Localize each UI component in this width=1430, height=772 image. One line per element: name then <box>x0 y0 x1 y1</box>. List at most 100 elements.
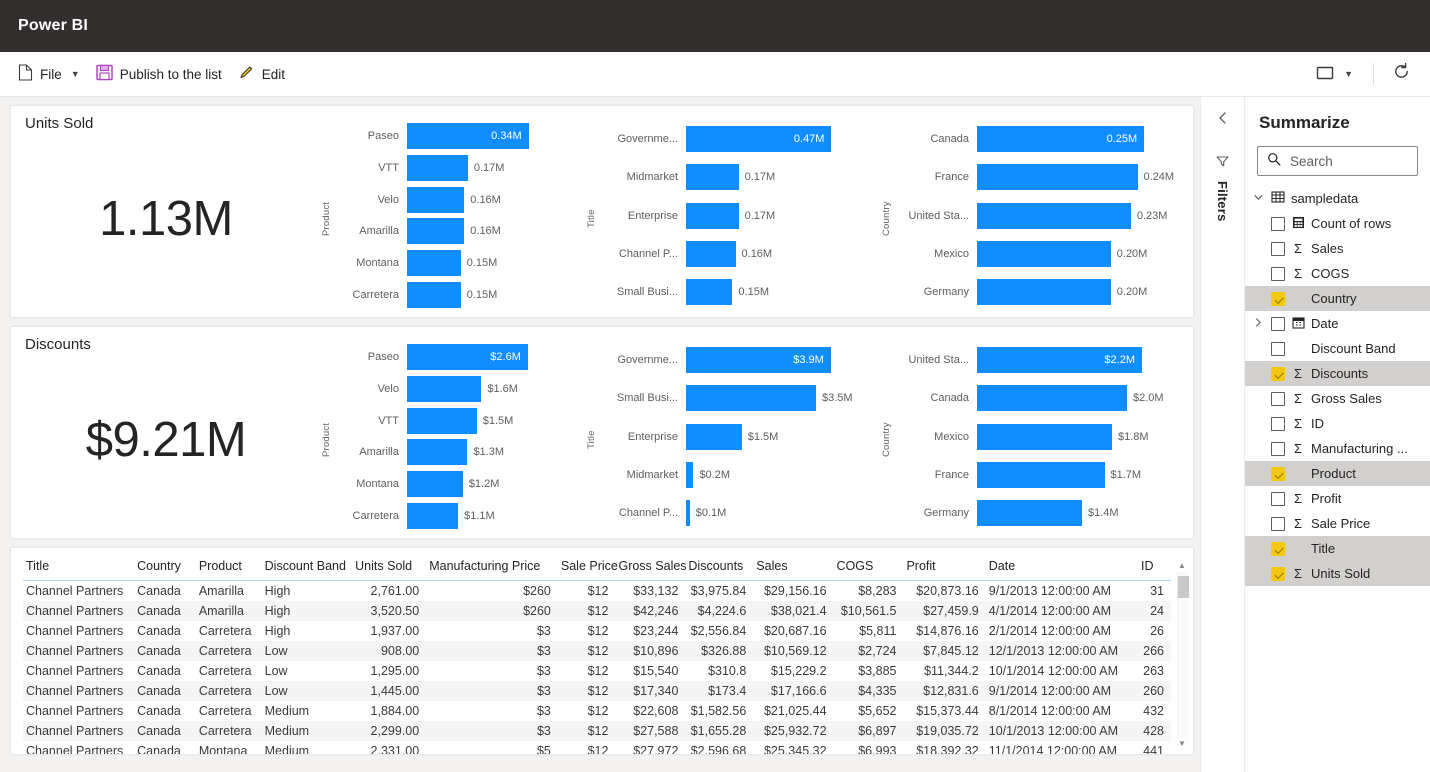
collapse-pane-button[interactable] <box>1216 111 1230 130</box>
units-sold-by-country-chart[interactable]: Country Canada0.25MFrance0.24MUnited Sta… <box>881 106 1181 317</box>
bar[interactable] <box>686 203 739 229</box>
field-item-id[interactable]: ΣID <box>1245 411 1430 436</box>
bar[interactable] <box>686 164 739 190</box>
bar[interactable]: $2.2M <box>977 347 1142 373</box>
bar[interactable] <box>407 376 481 402</box>
field-checkbox[interactable] <box>1271 367 1285 381</box>
table-row[interactable]: Channel PartnersCanadaCarreteraLow908.00… <box>23 641 1171 661</box>
field-item-product[interactable]: Product <box>1245 461 1430 486</box>
edit-button[interactable]: Edit <box>230 58 293 90</box>
discounts-by-country-chart[interactable]: Country United Sta...$2.2MCanada$2.0MMex… <box>881 327 1181 538</box>
bar-row[interactable]: Midmarket0.17M <box>602 158 881 196</box>
bar-row[interactable]: United Sta...0.23M <box>897 196 1181 234</box>
bar-row[interactable]: Channel P...0.16M <box>602 235 881 273</box>
field-checkbox[interactable] <box>1271 267 1285 281</box>
bar-row[interactable]: Canada$2.0M <box>897 379 1181 417</box>
bar[interactable]: $2.6M <box>407 344 528 370</box>
bar-row[interactable]: Mexico$1.8M <box>897 417 1181 455</box>
publish-to-the-list-button[interactable]: Publish to the list <box>88 58 230 90</box>
field-checkbox[interactable] <box>1271 342 1285 356</box>
bar[interactable] <box>407 503 458 529</box>
field-item-count-of-rows[interactable]: Count of rows <box>1245 211 1430 236</box>
bar[interactable] <box>977 164 1138 190</box>
field-checkbox[interactable] <box>1271 242 1285 256</box>
chevron-up-icon[interactable]: ▲ <box>1178 560 1186 572</box>
field-item-sale-price[interactable]: ΣSale Price <box>1245 511 1430 536</box>
view-mode-button[interactable]: ▼ <box>1307 58 1361 90</box>
scrollbar-thumb[interactable] <box>1178 576 1189 598</box>
column-header[interactable]: Discounts <box>685 554 753 581</box>
bar-row[interactable]: United Sta...$2.2M <box>897 341 1181 379</box>
bar[interactable] <box>407 471 463 497</box>
bar-row[interactable]: Amarilla$1.3M <box>337 437 586 469</box>
chevron-right-icon[interactable] <box>1251 317 1265 331</box>
bar[interactable] <box>407 408 477 434</box>
bar-row[interactable]: Small Busi...$3.5M <box>602 379 881 417</box>
data-table-visual[interactable]: TitleCountryProductDiscount BandUnits So… <box>10 547 1194 755</box>
units-sold-by-product-chart[interactable]: Product Paseo0.34MVTT0.17MVelo0.16MAmari… <box>321 106 586 317</box>
bar[interactable] <box>407 218 464 244</box>
column-header[interactable]: Sales <box>753 554 833 581</box>
discounts-visual[interactable]: Discounts $9.21M Product Paseo$2.6MVelo$… <box>10 326 1194 539</box>
bar-row[interactable]: Amarilla0.16M <box>337 216 586 248</box>
field-checkbox[interactable] <box>1271 517 1285 531</box>
field-item-title[interactable]: Title <box>1245 536 1430 561</box>
units-sold-visual[interactable]: Units Sold 1.13M Product Paseo0.34MVTT0.… <box>10 105 1194 318</box>
bar-row[interactable]: Velo$1.6M <box>337 373 586 405</box>
bar[interactable] <box>686 279 732 305</box>
bar-row[interactable]: Paseo$2.6M <box>337 341 586 373</box>
bar-row[interactable]: France0.24M <box>897 158 1181 196</box>
table-row[interactable]: Channel PartnersCanadaCarreteraHigh1,937… <box>23 621 1171 641</box>
discounts-by-title-chart[interactable]: Title Governme...$3.9MSmall Busi...$3.5M… <box>586 327 881 538</box>
scrollbar-track[interactable] <box>1177 572 1188 738</box>
bar[interactable]: 0.34M <box>407 123 529 149</box>
bar[interactable] <box>686 462 693 488</box>
bar[interactable] <box>686 241 736 267</box>
bar[interactable] <box>686 385 816 411</box>
column-header[interactable]: Units Sold <box>352 554 426 581</box>
field-checkbox[interactable] <box>1271 317 1285 331</box>
bar[interactable]: $3.9M <box>686 347 831 373</box>
bar[interactable] <box>686 500 690 526</box>
field-checkbox[interactable] <box>1271 417 1285 431</box>
chevron-down-icon[interactable] <box>1251 192 1265 206</box>
bar-row[interactable]: France$1.7M <box>897 456 1181 494</box>
bar[interactable] <box>407 282 461 308</box>
column-header[interactable]: Gross Sales <box>615 554 685 581</box>
tree-node-sampledata[interactable]: sampledata <box>1245 186 1430 211</box>
bar-row[interactable]: Governme...$3.9M <box>602 341 881 379</box>
column-header[interactable]: Profit <box>903 554 985 581</box>
column-header[interactable]: Country <box>134 554 196 581</box>
chevron-down-icon[interactable]: ▼ <box>1178 738 1186 750</box>
file-menu-button[interactable]: File ▼ <box>10 58 88 90</box>
field-checkbox[interactable] <box>1271 292 1285 306</box>
search-input[interactable] <box>1288 153 1408 170</box>
bar[interactable]: 0.25M <box>977 126 1144 152</box>
bar-row[interactable]: Germany0.20M <box>897 273 1181 311</box>
bar[interactable] <box>977 462 1105 488</box>
field-item-discount-band[interactable]: Discount Band <box>1245 336 1430 361</box>
field-item-date[interactable]: Date <box>1245 311 1430 336</box>
bar-row[interactable]: VTT$1.5M <box>337 405 586 437</box>
bar-row[interactable]: Enterprise0.17M <box>602 196 881 234</box>
field-item-profit[interactable]: ΣProfit <box>1245 486 1430 511</box>
field-item-manufacturing[interactable]: ΣManufacturing ... <box>1245 436 1430 461</box>
bar-row[interactable]: Channel P...$0.1M <box>602 494 881 532</box>
column-header[interactable]: Date <box>986 554 1138 581</box>
bar[interactable] <box>977 424 1112 450</box>
table-row[interactable]: Channel PartnersCanadaAmarillaHigh2,761.… <box>23 581 1171 602</box>
bar-row[interactable]: Canada0.25M <box>897 120 1181 158</box>
bar[interactable] <box>407 250 461 276</box>
bar[interactable]: 0.47M <box>686 126 831 152</box>
field-item-discounts[interactable]: ΣDiscounts <box>1245 361 1430 386</box>
bar-row[interactable]: VTT0.17M <box>337 152 586 184</box>
bar-row[interactable]: Carretera$1.1M <box>337 500 586 532</box>
bar-row[interactable]: Enterprise$1.5M <box>602 417 881 455</box>
field-item-gross-sales[interactable]: ΣGross Sales <box>1245 386 1430 411</box>
bar[interactable] <box>977 203 1131 229</box>
column-header[interactable]: ID <box>1138 554 1171 581</box>
table-row[interactable]: Channel PartnersCanadaAmarillaHigh3,520.… <box>23 601 1171 621</box>
filters-rail-label[interactable]: Filters <box>1215 181 1230 221</box>
bar-row[interactable]: Midmarket$0.2M <box>602 456 881 494</box>
field-item-country[interactable]: Country <box>1245 286 1430 311</box>
